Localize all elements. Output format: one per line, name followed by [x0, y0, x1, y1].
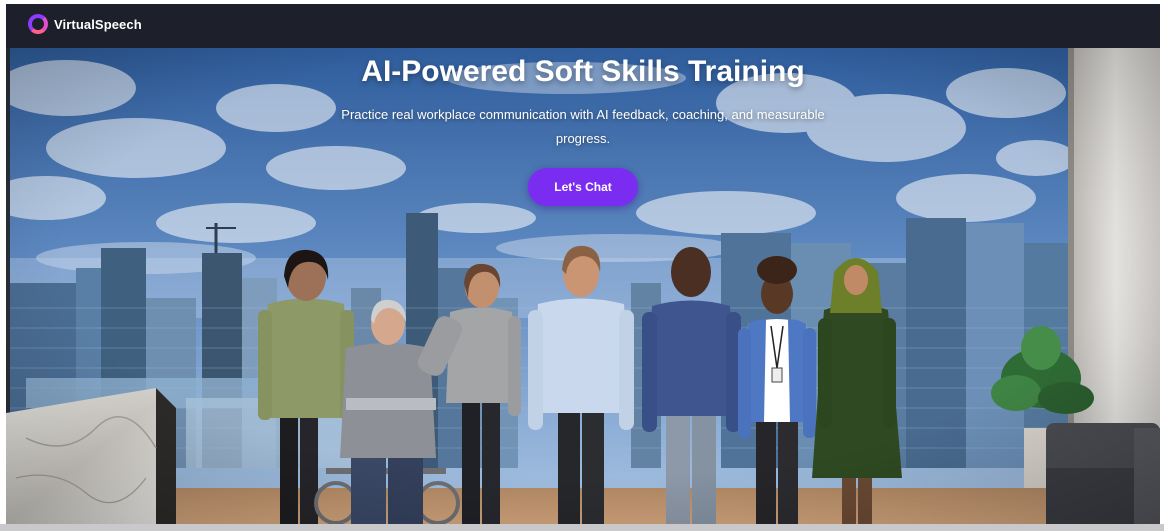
site-logo[interactable]: VirtualSpeech — [28, 14, 142, 34]
lets-chat-button[interactable]: Let's Chat — [528, 168, 638, 206]
browser-viewport: VirtualSpeech AI-Powered Soft Skills Tra… — [6, 4, 1160, 524]
top-navbar: VirtualSpeech — [6, 4, 1160, 48]
hero-subtitle: Practice real workplace communication wi… — [341, 107, 825, 146]
hero-section: AI-Powered Soft Skills Training Practice… — [6, 48, 1160, 524]
virtualspeech-logo-icon — [28, 14, 48, 34]
logo-text: VirtualSpeech — [54, 16, 142, 32]
bottom-edge-bar — [0, 524, 1164, 531]
hero-title: AI-Powered Soft Skills Training — [361, 55, 805, 88]
